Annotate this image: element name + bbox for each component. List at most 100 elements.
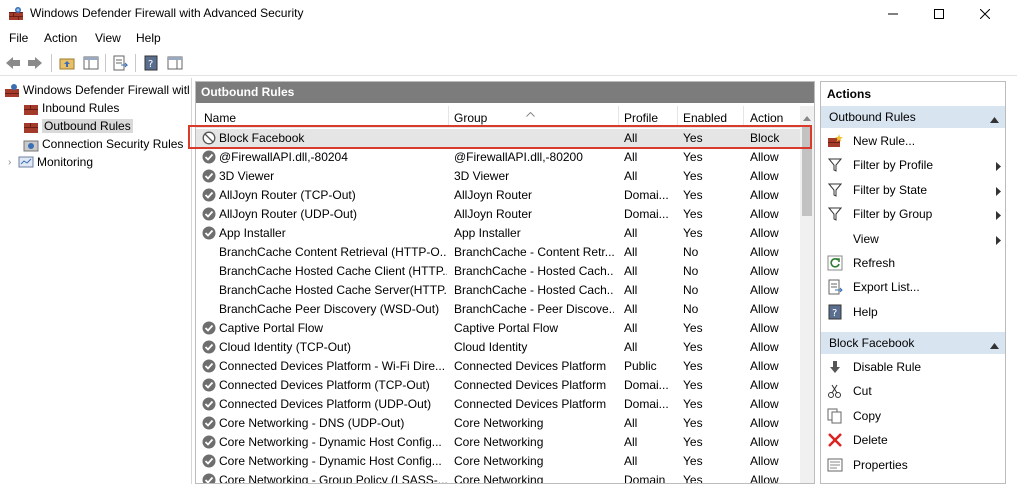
menu-file[interactable]: File — [9, 31, 28, 45]
column-divider[interactable] — [448, 106, 449, 128]
minimize-icon — [888, 13, 898, 14]
pane-title: Outbound Rules — [196, 82, 814, 103]
allow-check-icon — [202, 226, 216, 240]
action-filter-by-group[interactable]: Filter by Group — [821, 202, 1005, 226]
menu-view[interactable]: View — [95, 31, 121, 45]
show-action-pane-button[interactable] — [165, 53, 185, 73]
allow-check-icon — [202, 169, 216, 183]
rule-profile: All — [624, 416, 638, 430]
column-action[interactable]: Action — [750, 111, 783, 125]
rule-enabled: Yes — [683, 473, 703, 484]
scroll-up-icon[interactable] — [803, 110, 811, 124]
forward-button[interactable] — [25, 53, 45, 73]
actions-pane: Actions Outbound Rules New Rule... Filter… — [820, 81, 1006, 484]
tree-root[interactable]: Windows Defender Firewall witl — [4, 81, 190, 99]
show-hide-tree-button[interactable] — [81, 53, 101, 73]
column-profile[interactable]: Profile — [624, 111, 658, 125]
action-export-list[interactable]: Export List... — [821, 275, 1005, 299]
action-properties[interactable]: Properties — [821, 453, 1005, 477]
menu-help[interactable]: Help — [136, 31, 161, 45]
table-row[interactable]: Cloud Identity (TCP-Out) Cloud Identity Al… — [196, 338, 800, 357]
rule-group: App Installer — [454, 226, 521, 240]
table-row[interactable]: Core Networking - DNS (UDP-Out) Core Netw… — [196, 414, 800, 433]
column-divider[interactable] — [677, 106, 678, 128]
action-copy[interactable]: Copy — [821, 404, 1005, 428]
rule-name: BranchCache Peer Discovery (WSD-Out) — [219, 302, 440, 316]
action-label: Filter by State — [853, 182, 928, 197]
back-button[interactable] — [3, 53, 23, 73]
table-row[interactable]: Connected Devices Platform (TCP-Out) Conn… — [196, 376, 800, 395]
collapse-up-icon[interactable] — [990, 112, 999, 126]
rule-group: Core Networking — [454, 416, 544, 430]
action-filter-by-state[interactable]: Filter by State — [821, 178, 1005, 202]
table-row[interactable]: BranchCache Hosted Cache Server(HTTP... B… — [196, 281, 800, 300]
table-row[interactable]: @FirewallAPI.dll,-80204 @FirewallAPI.dll,… — [196, 148, 800, 167]
rule-profile: All — [624, 321, 638, 335]
filter-icon — [827, 182, 843, 198]
rule-group: BranchCache - Hosted Cach... — [454, 283, 614, 297]
actions-section-outbound-rules[interactable]: Outbound Rules — [821, 106, 1005, 128]
back-arrow-icon — [6, 57, 20, 69]
action-new-rule[interactable]: New Rule... — [821, 129, 1005, 153]
chevron-right-icon[interactable]: › — [8, 157, 18, 168]
column-divider[interactable] — [743, 106, 744, 128]
minimize-button[interactable] — [870, 0, 916, 27]
rule-enabled: Yes — [683, 188, 703, 202]
table-row[interactable]: App Installer App Installer All Yes Allow — [196, 224, 800, 243]
tree-item-connection-security-rules[interactable]: Connection Security Rules — [23, 135, 183, 153]
action-disable-rule[interactable]: Disable Rule — [821, 355, 1005, 379]
tree-item-monitoring[interactable]: › Monitoring — [8, 153, 93, 171]
table-row[interactable]: BranchCache Content Retrieval (HTTP-O...… — [196, 243, 800, 262]
rule-group: Core Networking — [454, 454, 544, 468]
column-name[interactable]: Name — [204, 111, 236, 125]
rule-name: BranchCache Hosted Cache Server(HTTP... — [219, 283, 447, 297]
menu-action[interactable]: Action — [44, 31, 77, 45]
column-group[interactable]: Group — [454, 111, 487, 125]
action-label: Help — [853, 304, 878, 319]
table-row[interactable]: Core Networking - Dynamic Host Config...… — [196, 452, 800, 471]
allow-check-icon — [202, 378, 216, 392]
action-view[interactable]: View — [821, 227, 1005, 251]
table-row[interactable]: AllJoyn Router (UDP-Out) AllJoyn Router Do… — [196, 205, 800, 224]
allow-check-icon — [202, 207, 216, 221]
rule-profile: All — [624, 131, 638, 145]
block-icon — [202, 131, 216, 145]
actions-section-block-facebook[interactable]: Block Facebook — [821, 332, 1005, 354]
collapse-up-icon[interactable] — [990, 338, 999, 352]
table-row[interactable]: Core Networking - Dynamic Host Config...… — [196, 433, 800, 452]
rule-action: Allow — [750, 283, 779, 297]
table-row[interactable]: Captive Portal Flow Captive Portal Flow Al… — [196, 319, 800, 338]
table-row[interactable]: BranchCache Hosted Cache Client (HTTP...… — [196, 262, 800, 281]
help-button[interactable]: ? — [141, 53, 161, 73]
action-refresh[interactable]: Refresh — [821, 251, 1005, 275]
table-row[interactable]: BranchCache Peer Discovery (WSD-Out) Bran… — [196, 300, 800, 319]
column-divider[interactable] — [618, 106, 619, 128]
table-row[interactable]: Block Facebook All Yes Block — [196, 129, 800, 148]
vertical-scrollbar[interactable] — [800, 106, 814, 483]
actions-scrollbar[interactable] — [1008, 81, 1017, 484]
action-help[interactable]: ? Help — [821, 300, 1005, 324]
rule-enabled: Yes — [683, 131, 703, 145]
action-cut[interactable]: Cut — [821, 379, 1005, 403]
maximize-button[interactable] — [916, 0, 962, 27]
allow-check-icon — [202, 150, 216, 164]
tree-item-inbound-rules[interactable]: Inbound Rules — [23, 99, 119, 117]
table-row[interactable]: AllJoyn Router (TCP-Out) AllJoyn Router Do… — [196, 186, 800, 205]
rules-pane: Outbound Rules Name Group Profile Enable… — [195, 81, 815, 484]
table-row[interactable]: 3D Viewer 3D Viewer All Yes Allow — [196, 167, 800, 186]
table-row[interactable]: Core Networking - Group Policy (LSASS-..… — [196, 471, 800, 484]
up-level-button[interactable] — [57, 53, 77, 73]
scroll-thumb[interactable] — [802, 126, 812, 216]
export-list-button[interactable] — [110, 53, 130, 73]
rule-profile: All — [624, 283, 638, 297]
column-enabled[interactable]: Enabled — [683, 111, 727, 125]
table-row[interactable]: Connected Devices Platform - Wi-Fi Dire.… — [196, 357, 800, 376]
rule-profile: Domai... — [624, 207, 669, 221]
table-row[interactable]: Connected Devices Platform (UDP-Out) Conn… — [196, 395, 800, 414]
tree-item-outbound-rules[interactable]: Outbound Rules — [23, 117, 133, 135]
action-label: Export List... — [853, 280, 920, 295]
close-button[interactable] — [962, 0, 1008, 27]
rule-group: BranchCache - Content Retr... — [454, 245, 614, 259]
action-filter-by-profile[interactable]: Filter by Profile — [821, 153, 1005, 177]
action-delete[interactable]: Delete — [821, 428, 1005, 452]
